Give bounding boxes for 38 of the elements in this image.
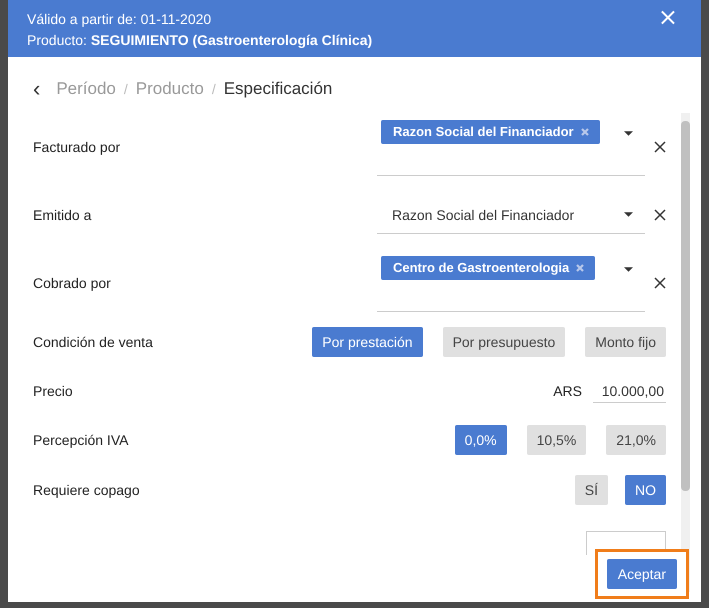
breadcrumb-link[interactable]: Producto bbox=[136, 79, 204, 99]
currency-label: ARS bbox=[553, 383, 582, 399]
scrollbar-thumb[interactable] bbox=[681, 121, 690, 491]
header-text: Producto: SEGUIMIENTO (Gastroenterología Clínica) bbox=[27, 32, 374, 49]
field-label: Emitido a bbox=[33, 207, 92, 223]
option-button[interactable]: 10,5% bbox=[526, 425, 586, 455]
caret-icon bbox=[624, 212, 633, 217]
close-button[interactable]: × bbox=[658, 7, 678, 27]
breadcrumb-link[interactable]: Período bbox=[56, 79, 116, 99]
header-text: Válido a partir de: 01-11-2020 bbox=[27, 11, 212, 28]
multiselect-field[interactable]: Razon Social del Financiador bbox=[377, 118, 645, 176]
selected-chip[interactable]: Razon Social del Financiador bbox=[381, 120, 600, 144]
clear-icon[interactable] bbox=[654, 209, 666, 221]
selected-chip[interactable]: Centro de Gastroenterologia bbox=[381, 256, 596, 280]
field-label: Cobrado por bbox=[33, 275, 112, 291]
option-button[interactable]: SÍ bbox=[574, 475, 608, 505]
caret-icon[interactable] bbox=[624, 131, 633, 136]
multiselect-field[interactable]: Centro de Gastroenterologia bbox=[377, 254, 645, 312]
field-label: Condición de venta bbox=[33, 334, 154, 350]
breadcrumb-separator: / bbox=[124, 81, 128, 97]
field-label: Percepción IVA bbox=[33, 432, 130, 448]
option-button[interactable]: Por presupuesto bbox=[442, 327, 566, 357]
option-button[interactable]: 0,0% bbox=[454, 425, 507, 455]
select-field[interactable]: Razon Social del Financiador bbox=[377, 196, 645, 234]
option-button[interactable]: NO bbox=[625, 475, 666, 505]
field-label: Precio bbox=[33, 383, 74, 399]
clear-icon[interactable] bbox=[654, 141, 666, 153]
option-button[interactable]: Monto fijo bbox=[585, 327, 666, 357]
option-button[interactable]: 21,0% bbox=[606, 425, 666, 455]
accept-button[interactable]: Aceptar bbox=[606, 559, 677, 589]
clear-icon[interactable] bbox=[654, 277, 666, 289]
breadcrumb-link[interactable]: Especificación bbox=[224, 79, 332, 99]
caret-icon[interactable] bbox=[624, 267, 633, 272]
field-label: Facturado por bbox=[33, 139, 122, 155]
field-label: Requiere copago bbox=[33, 482, 141, 498]
breadcrumb-separator: / bbox=[212, 81, 216, 97]
back-button[interactable]: ‹ bbox=[33, 79, 48, 99]
option-button[interactable]: Por prestación bbox=[312, 327, 423, 357]
